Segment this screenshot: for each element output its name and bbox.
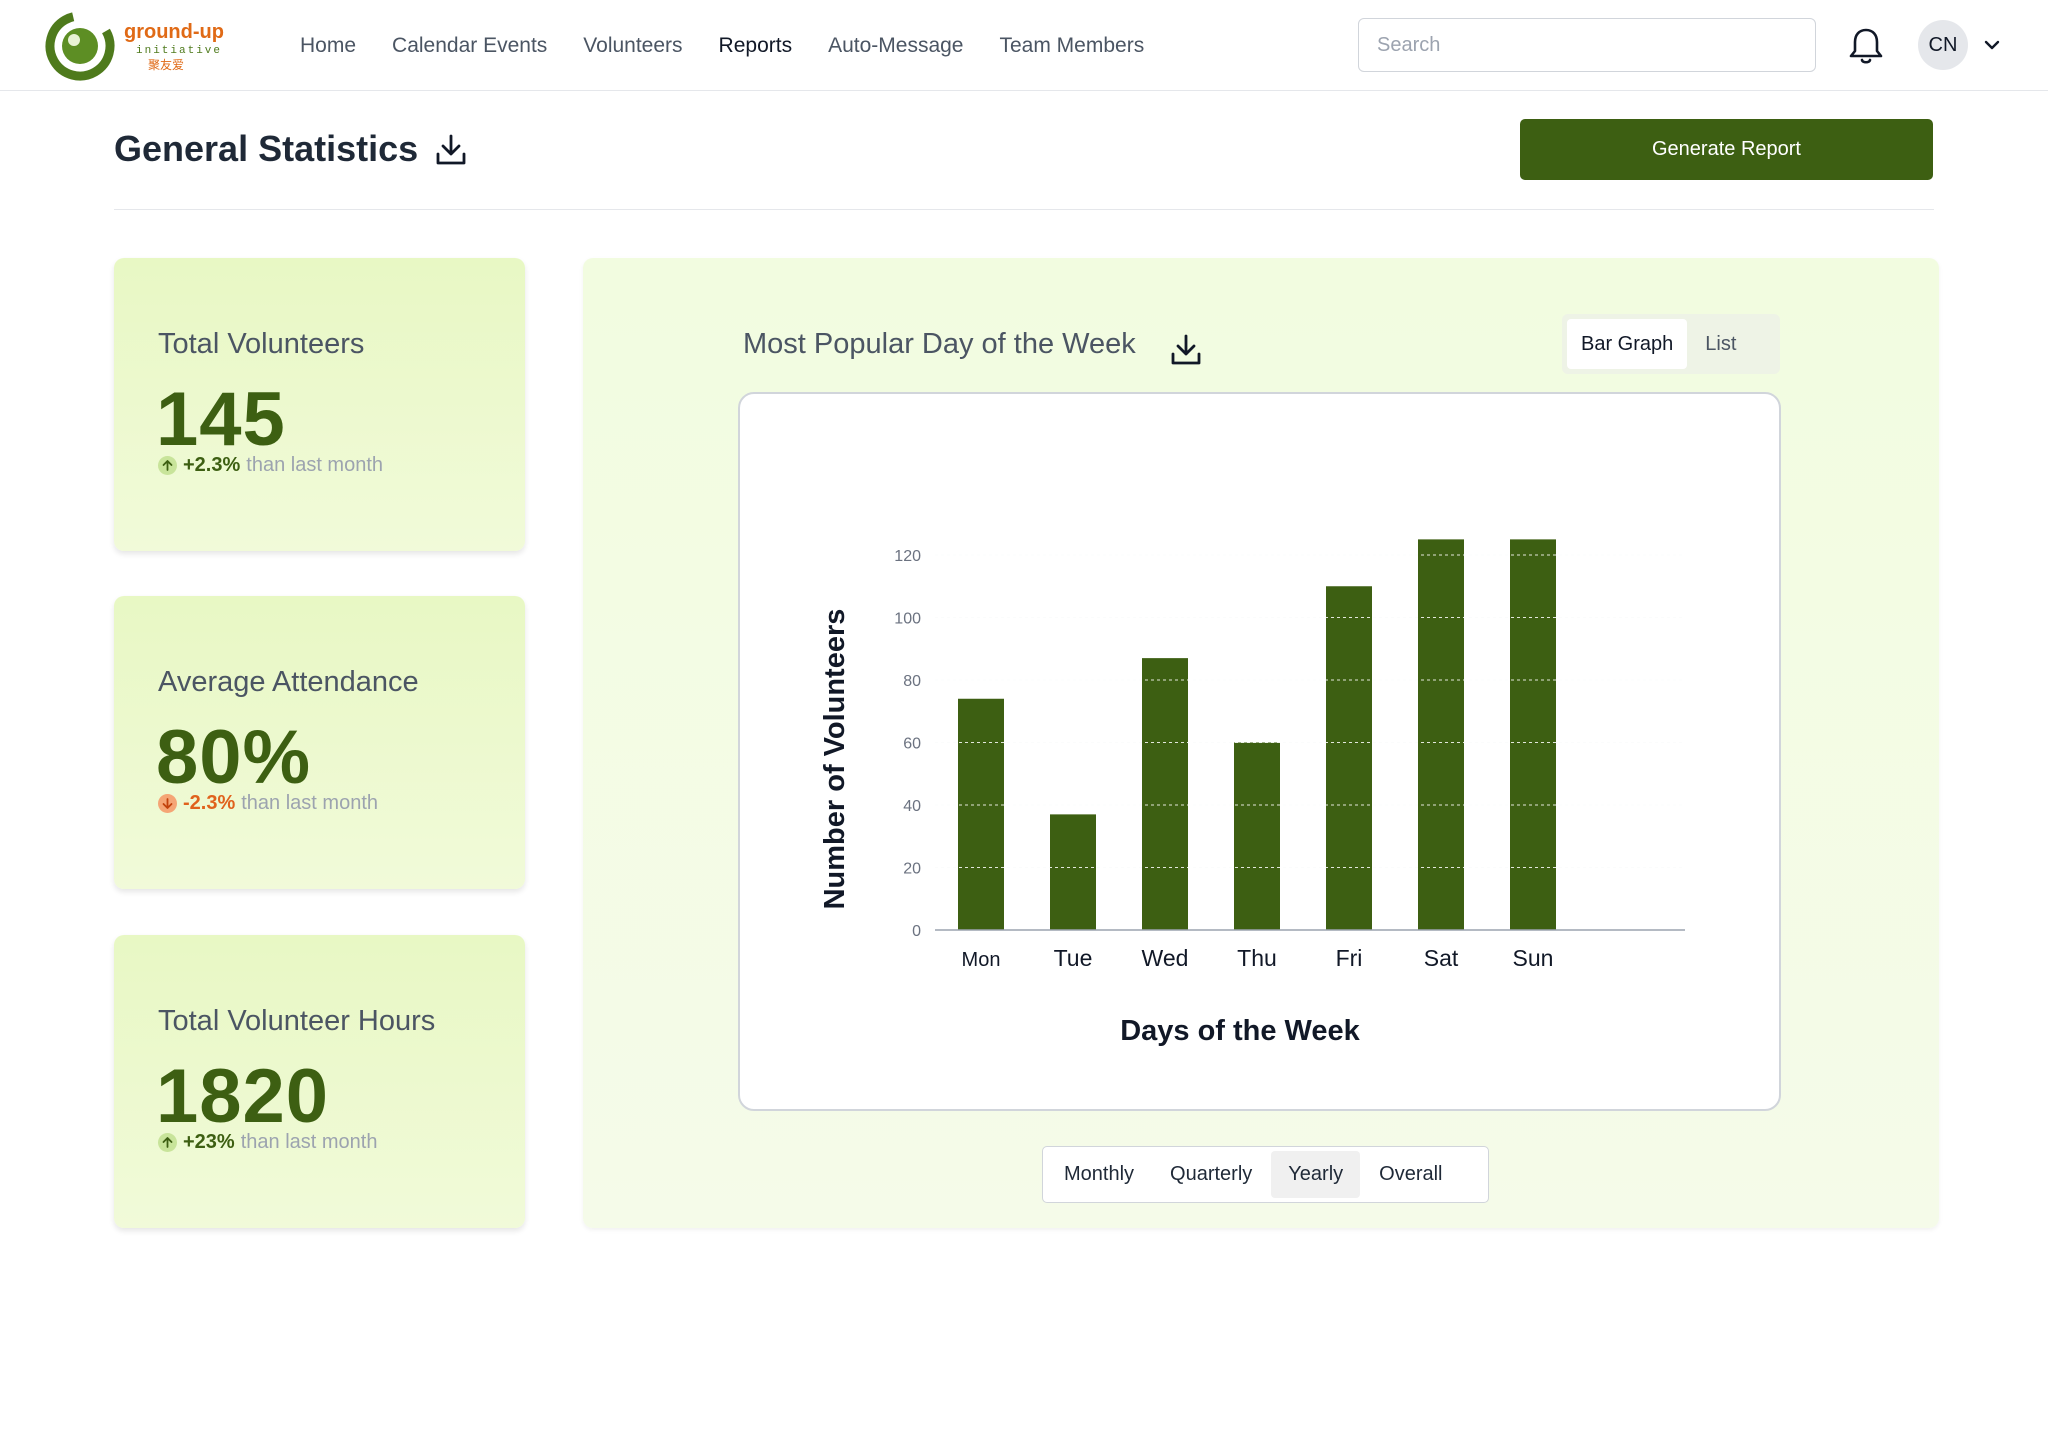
chevron-down-icon[interactable]	[1982, 36, 2002, 54]
bar-tue[interactable]	[1050, 814, 1096, 930]
period-yearly-button[interactable]: Yearly	[1271, 1151, 1361, 1198]
y-tick-label: 40	[903, 798, 921, 815]
logo-subtitle: initiative	[136, 45, 222, 57]
top-navigation-bar: ground-up initiative 聚友爱 Home Calendar Ev…	[0, 0, 2048, 91]
bar-wed[interactable]	[1142, 658, 1188, 930]
stat-change: +2.3% than last month	[158, 454, 383, 477]
y-tick-label: 100	[894, 611, 921, 628]
stat-change: +23% than last month	[158, 1131, 377, 1154]
user-avatar[interactable]: CN	[1918, 20, 1968, 70]
search-input[interactable]	[1358, 18, 1816, 72]
nav-home[interactable]: Home	[300, 34, 356, 58]
bar-chart: 0 20 40 60 80 100 120 Mon Tue Wed Thu Fri Sat Sun Days…	[819, 539, 1685, 1047]
logo-wordmark: ground-up	[124, 21, 224, 43]
x-tick-label: Thu	[1237, 945, 1277, 971]
generate-report-button[interactable]: Generate Report	[1520, 119, 1933, 180]
nav-volunteers[interactable]: Volunteers	[583, 34, 682, 58]
x-tick-label: Tue	[1054, 945, 1093, 971]
x-tick-label: Mon	[962, 949, 1001, 971]
download-icon[interactable]	[1169, 332, 1203, 368]
bell-icon[interactable]	[1848, 26, 1884, 66]
x-tick-label: Fri	[1336, 945, 1363, 971]
y-tick-label: 0	[912, 923, 921, 940]
view-bar-graph-button[interactable]: Bar Graph	[1567, 319, 1688, 369]
stat-change-suffix: than last month	[241, 792, 378, 814]
stat-card-average-attendance: Average Attendance 80% -2.3% than last mont…	[114, 596, 525, 889]
logo-chinese: 聚友爱	[148, 58, 184, 72]
arrow-up-icon	[158, 1133, 177, 1152]
stat-change-suffix: than last month	[246, 454, 384, 476]
arrow-up-icon	[158, 456, 177, 475]
period-overall-button[interactable]: Overall	[1362, 1151, 1459, 1198]
page-title: General Statistics	[114, 128, 419, 169]
stat-title: Total Volunteers	[158, 328, 365, 360]
y-tick-label: 20	[903, 861, 921, 878]
view-toggle: Bar Graph List	[1562, 314, 1780, 374]
stat-change: -2.3% than last month	[158, 792, 378, 815]
stat-value: 80%	[156, 715, 312, 800]
period-toggle: Monthly Quarterly Yearly Overall	[1042, 1146, 1489, 1203]
ground-up-logo[interactable]: ground-up initiative 聚友爱	[44, 8, 234, 84]
y-tick-label: 60	[903, 736, 921, 753]
y-tick-label: 80	[903, 673, 921, 690]
stat-change-value: +2.3%	[183, 454, 241, 476]
stat-change-value: +23%	[183, 1131, 235, 1153]
x-tick-label: Wed	[1142, 945, 1189, 971]
stat-change-value: -2.3%	[183, 792, 236, 814]
period-quarterly-button[interactable]: Quarterly	[1153, 1151, 1269, 1198]
y-axis-label: Number of Volunteers	[819, 609, 851, 910]
bar-sun[interactable]	[1510, 539, 1556, 930]
nav-calendar-events[interactable]: Calendar Events	[392, 34, 547, 58]
stat-value: 1820	[156, 1054, 330, 1139]
x-tick-label: Sun	[1513, 945, 1554, 971]
nav-reports[interactable]: Reports	[719, 34, 793, 58]
stat-title: Average Attendance	[158, 666, 419, 698]
x-axis-label: Days of the Week	[1120, 1015, 1360, 1047]
bar-fri[interactable]	[1326, 586, 1372, 930]
stat-change-suffix: than last month	[240, 1131, 378, 1153]
download-icon[interactable]	[434, 132, 468, 168]
bar-thu[interactable]	[1234, 742, 1280, 931]
nav-team-members[interactable]: Team Members	[999, 34, 1144, 58]
bar-sat[interactable]	[1418, 539, 1464, 930]
chart-title: Most Popular Day of the Week	[743, 328, 1136, 360]
main-nav: Home Calendar Events Volunteers Reports Auto…	[300, 0, 1144, 91]
stat-card-total-volunteer-hours: Total Volunteer Hours 1820 +23% than last m…	[114, 935, 525, 1228]
chart-panel: Most Popular Day of the Week Bar Graph Li…	[583, 258, 1939, 1228]
header-divider	[114, 209, 1934, 210]
view-list-button[interactable]: List	[1691, 319, 1750, 369]
x-tick-label: Sat	[1424, 945, 1459, 971]
arrow-down-icon	[158, 794, 177, 813]
stat-value: 145	[156, 377, 286, 462]
y-tick-label: 120	[894, 548, 921, 565]
bar-chart-container: 0 20 40 60 80 100 120 Mon Tue Wed Thu Fri Sat Sun Days…	[738, 392, 1781, 1111]
bar-mon[interactable]	[958, 698, 1004, 930]
nav-auto-message[interactable]: Auto-Message	[828, 34, 963, 58]
stat-card-total-volunteers: Total Volunteers 145 +2.3% than last month	[114, 258, 525, 551]
period-monthly-button[interactable]: Monthly	[1047, 1151, 1151, 1198]
stat-title: Total Volunteer Hours	[158, 1005, 436, 1037]
